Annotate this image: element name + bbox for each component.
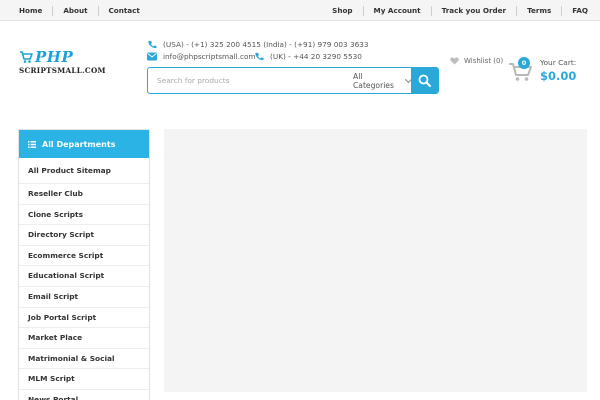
cart-widget[interactable]: 0 Your Cart: $0.00: [509, 57, 589, 85]
category-select[interactable]: All Categories: [335, 68, 413, 93]
main-banner-area: [164, 129, 587, 392]
list-icon: [28, 140, 36, 148]
dept-item-news-portal[interactable]: News Portal: [19, 390, 149, 400]
contact-email[interactable]: info@phpscriptsmall.com: [147, 52, 256, 61]
wishlist-label[interactable]: Wishlist (0): [464, 57, 503, 65]
logo-text-main: PHP: [35, 48, 74, 66]
category-select-value: All Categories: [353, 71, 394, 90]
dept-item-all-product-sitemap[interactable]: All Product Sitemap: [19, 158, 149, 184]
search-input[interactable]: [148, 68, 335, 93]
top-bar: Home About Contact Shop My Account Track…: [0, 0, 600, 21]
top-nav-contact-link[interactable]: Contact: [99, 6, 150, 16]
heart-icon: [450, 57, 459, 65]
dept-item-market-place[interactable]: Market Place: [19, 328, 149, 349]
wishlist-link[interactable]: Wishlist (0): [450, 57, 503, 65]
top-nav-my-account-link[interactable]: My Account: [364, 5, 432, 16]
phone-icon: [148, 40, 157, 49]
site-logo[interactable]: PHP SCRIPTSMALL.COM: [19, 48, 111, 79]
dept-item-clone-scripts[interactable]: Clone Scripts: [19, 205, 149, 226]
cart-label: Your Cart:: [540, 58, 577, 67]
dept-item-reseller-club[interactable]: Reseller Club: [19, 184, 149, 205]
search-bar: All Categories: [147, 67, 439, 94]
phone-icon: [255, 52, 264, 61]
dept-item-directory-script[interactable]: Directory Script: [19, 225, 149, 246]
logo-cart-icon: [20, 51, 33, 63]
top-nav-home-link[interactable]: Home: [9, 5, 54, 16]
departments-menu: All Departments All Product Sitemap Rese…: [18, 129, 150, 400]
logo-text-sub: SCRIPTSMALL.COM: [19, 66, 106, 75]
dept-item-matrimonial-social[interactable]: Matrimonial & Social: [19, 349, 149, 370]
logo-mark: PHP: [19, 48, 74, 66]
top-nav-about-link[interactable]: About: [53, 5, 99, 16]
search-icon: [418, 74, 431, 87]
contact-email-text[interactable]: info@phpscriptsmall.com: [163, 52, 256, 61]
contact-phone-uk-text: (UK) - +44 20 3290 5530: [270, 52, 362, 61]
departments-header[interactable]: All Departments: [19, 130, 149, 158]
departments-title: All Departments: [42, 139, 116, 149]
top-nav-terms-link[interactable]: Terms: [517, 5, 563, 16]
top-nav-left: Home About Contact: [9, 0, 150, 21]
dept-item-ecommerce-script[interactable]: Ecommerce Script: [19, 246, 149, 267]
contact-phone-uk: (UK) - +44 20 3290 5530: [254, 52, 362, 61]
cart-total: $0.00: [540, 69, 577, 83]
dept-item-educational-script[interactable]: Educational Script: [19, 266, 149, 287]
top-nav-track-order-link[interactable]: Track you Order: [432, 5, 518, 16]
contact-phone-primary-text: (USA) - (+1) 325 200 4515 (India) - (+91…: [163, 40, 369, 49]
dept-item-mlm-script[interactable]: MLM Script: [19, 369, 149, 390]
top-nav-shop-link[interactable]: Shop: [322, 5, 364, 16]
top-nav-right: Shop My Account Track you Order Terms FA…: [322, 0, 600, 21]
search-button[interactable]: [411, 68, 438, 93]
contact-phone-primary: (USA) - (+1) 325 200 4515 (India) - (+91…: [147, 40, 369, 49]
dept-item-job-portal-script[interactable]: Job Portal Script: [19, 308, 149, 329]
dept-item-email-script[interactable]: Email Script: [19, 287, 149, 308]
top-nav-faq-link[interactable]: FAQ: [562, 6, 600, 16]
envelope-icon: [147, 52, 157, 61]
cart-count-badge: 0: [518, 57, 530, 69]
